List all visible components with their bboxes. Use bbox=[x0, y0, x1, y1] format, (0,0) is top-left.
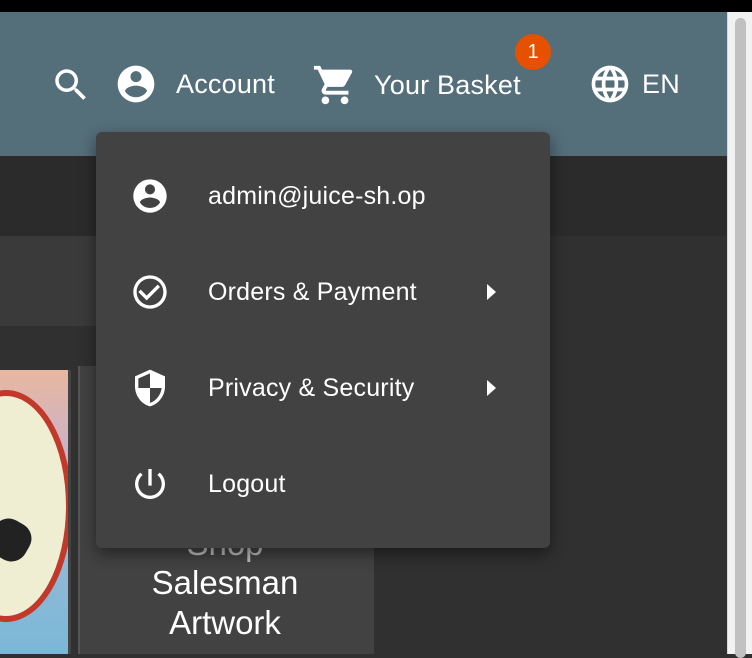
submenu-arrow-icon bbox=[487, 380, 496, 396]
submenu-arrow-icon bbox=[487, 284, 496, 300]
shield-icon bbox=[135, 369, 165, 407]
language-button[interactable]: EN bbox=[588, 62, 680, 106]
scrollbar-thumb[interactable] bbox=[735, 18, 746, 658]
search-button[interactable] bbox=[50, 64, 92, 106]
artwork-shape bbox=[0, 390, 68, 622]
menu-item-label: Orders & Payment bbox=[208, 277, 417, 306]
product-image[interactable] bbox=[0, 370, 71, 654]
menu-item-label: Privacy & Security bbox=[208, 373, 415, 402]
globe-icon bbox=[591, 65, 629, 103]
product-title-line: Artwork bbox=[169, 604, 281, 641]
account-circle-icon bbox=[133, 179, 167, 213]
menu-item-label: admin@juice-sh.op bbox=[208, 181, 426, 210]
language-label: EN bbox=[642, 68, 680, 99]
account-circle-icon bbox=[117, 65, 155, 103]
basket-button[interactable]: Your Basket bbox=[312, 62, 521, 108]
cart-icon bbox=[313, 65, 353, 105]
window-top-edge bbox=[0, 0, 752, 12]
product-title-line: Salesman bbox=[151, 564, 299, 601]
power-icon bbox=[135, 469, 165, 499]
sub-header-panel bbox=[0, 236, 100, 326]
account-menu: admin@juice-sh.op Orders & Payment Priva… bbox=[96, 132, 550, 548]
menu-item-label: Logout bbox=[208, 469, 286, 498]
basket-label: Your Basket bbox=[374, 69, 521, 100]
check-circle-icon bbox=[133, 275, 167, 309]
basket-count-badge: 1 bbox=[515, 34, 551, 70]
account-label: Account bbox=[176, 68, 275, 99]
menu-item-logout[interactable]: Logout bbox=[96, 436, 550, 532]
menu-item-privacy-security[interactable]: Privacy & Security bbox=[96, 340, 550, 436]
menu-item-orders-payment[interactable]: Orders & Payment bbox=[96, 244, 550, 340]
account-button[interactable]: Account bbox=[114, 62, 275, 106]
page-scrollbar[interactable] bbox=[727, 12, 752, 658]
menu-item-profile[interactable]: admin@juice-sh.op bbox=[96, 148, 550, 244]
search-icon bbox=[55, 69, 86, 100]
